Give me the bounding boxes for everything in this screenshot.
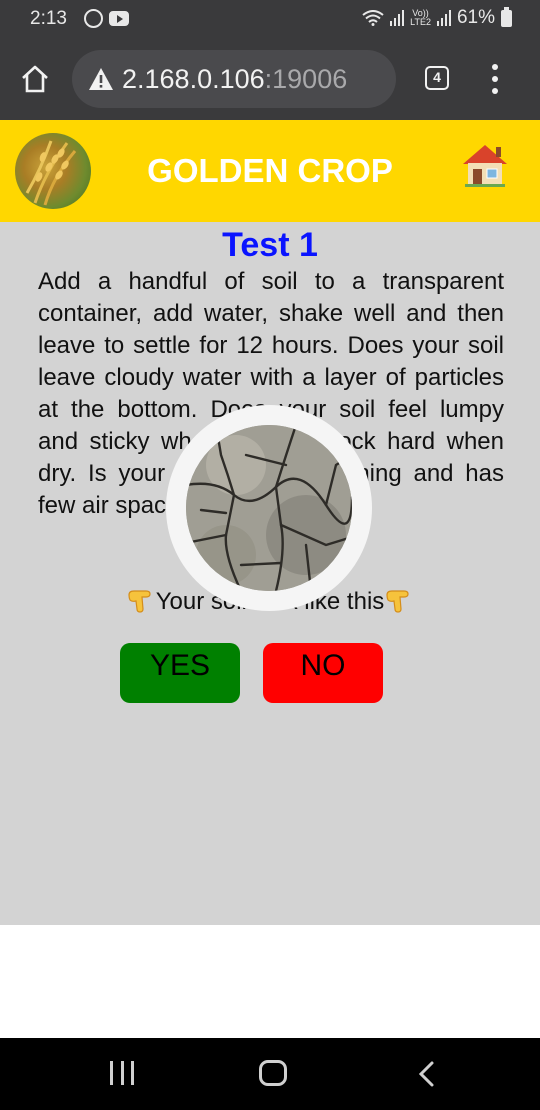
status-bar: 2:13 Vo)) LTE2 61%: [0, 0, 540, 38]
no-button[interactable]: NO: [263, 643, 383, 703]
status-right: Vo)) LTE2 61%: [362, 6, 512, 29]
home-icon[interactable]: [20, 64, 50, 94]
nav-home-icon[interactable]: [259, 1060, 287, 1086]
pointing-hand-icon: [128, 590, 151, 613]
recent-apps-icon[interactable]: [110, 1061, 134, 1085]
notification-icons: [84, 9, 129, 28]
app-title: GOLDEN CROP: [147, 152, 393, 189]
test-title: Test 1: [222, 226, 318, 264]
address-bar[interactable]: 2.168.0.106:19006: [72, 50, 396, 108]
signal-icon-2: [436, 10, 451, 26]
url-host: 2.168.0.106: [122, 63, 265, 94]
whatsapp-icon: [84, 9, 103, 28]
cracked-soil-image: [186, 425, 352, 591]
battery-percent: 61%: [456, 7, 495, 28]
signal-icon: [390, 10, 405, 26]
house-icon[interactable]: [460, 142, 510, 188]
url-port: :19006: [264, 63, 348, 94]
browser-toolbar: 2.168.0.106:19006 4: [0, 38, 540, 120]
battery-icon: [501, 6, 512, 27]
youtube-icon: [109, 11, 129, 26]
app-header: GOLDEN CROP: [0, 120, 540, 222]
pointing-hand-icon: [386, 590, 409, 613]
yes-button[interactable]: YES: [120, 643, 240, 703]
network-label: Vo)) LTE2: [410, 8, 431, 27]
warning-icon[interactable]: [88, 67, 114, 91]
nav-back-icon[interactable]: [415, 1060, 439, 1088]
status-time: 2:13: [30, 8, 67, 29]
wifi-icon: [362, 10, 384, 26]
system-nav-bar: [0, 1038, 540, 1110]
menu-icon[interactable]: [490, 64, 500, 94]
tabs-icon[interactable]: 4: [425, 66, 449, 90]
